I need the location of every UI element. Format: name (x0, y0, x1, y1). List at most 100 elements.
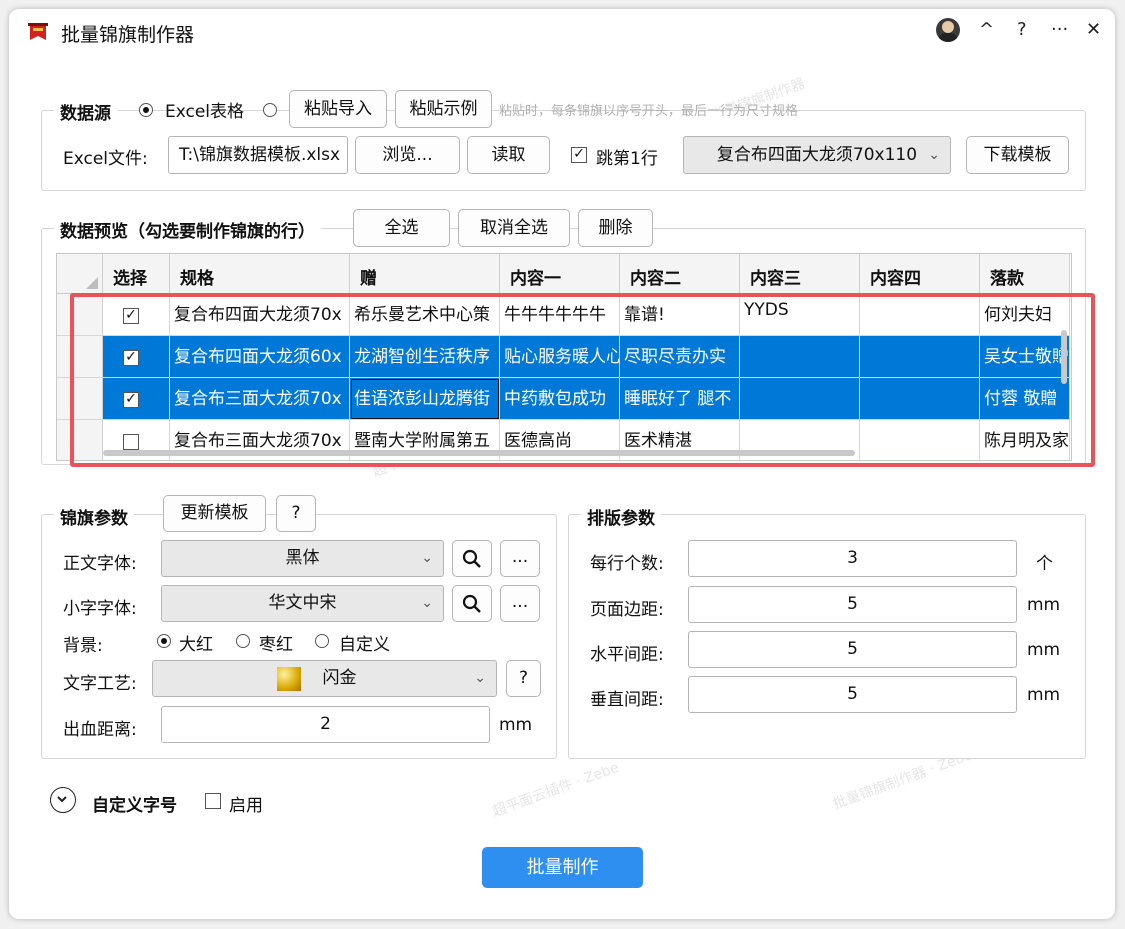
data-grid[interactable]: 选择 规格 赠 内容一 内容二 内容三 内容四 落款 ✓ 复合布四面大龙须70x… (56, 253, 1072, 461)
column-header[interactable]: 落款 (980, 254, 1070, 294)
browse-button[interactable]: 浏览... (355, 136, 460, 174)
row-header[interactable] (57, 420, 103, 460)
banner-params-title: 锦旗参数 (54, 504, 134, 529)
table-cell[interactable] (860, 294, 980, 336)
table-cell[interactable] (860, 378, 980, 420)
small-font-search-button[interactable] (452, 585, 492, 622)
user-avatar[interactable] (936, 18, 960, 42)
excel-file-field[interactable]: T:\锦旗数据模板.xlsx (168, 136, 348, 174)
table-cell[interactable]: 贴心服务暖人心 (500, 336, 620, 378)
table-cell[interactable]: 何刘夫妇 (980, 294, 1070, 336)
table-cell[interactable]: 复合布三面大龙须70x (170, 378, 350, 420)
table-cell[interactable] (860, 336, 980, 378)
table-cell[interactable]: 付蓉 敬贈 (980, 378, 1070, 420)
table-cell-select[interactable]: ✓ (103, 336, 170, 378)
table-cell[interactable]: 复合布四面大龙须70x (170, 294, 350, 336)
per-row-input[interactable]: 3 (688, 540, 1017, 577)
craft-help-button[interactable]: ? (506, 660, 541, 697)
table-cell[interactable] (740, 378, 860, 420)
chevron-down-icon: ⌄ (474, 670, 486, 686)
table-cell[interactable]: 陈月明及家 (980, 420, 1070, 460)
more-icon[interactable]: ··· (1051, 19, 1068, 40)
collapse-icon[interactable]: ^ (979, 19, 994, 40)
craft-label: 文字工艺: (63, 674, 137, 694)
v-gap-label: 垂直间距: (590, 690, 664, 710)
banner-help-button[interactable]: ? (276, 495, 316, 532)
custom-size-enable-label: 启用 (229, 796, 263, 816)
column-header[interactable]: 内容一 (500, 254, 620, 294)
expand-toggle[interactable] (50, 787, 76, 813)
table-cell-select[interactable]: ✓ (103, 294, 170, 336)
row-checkbox[interactable]: ✓ (123, 350, 139, 366)
row-header[interactable] (57, 336, 103, 378)
table-cell[interactable] (740, 336, 860, 378)
row-header[interactable] (57, 294, 103, 336)
table-cell[interactable]: 希乐曼艺术中心策 (350, 294, 500, 336)
paste-radio[interactable] (263, 103, 277, 117)
table-cell[interactable]: 睡眠好了 腿不 (620, 378, 740, 420)
per-row-unit: 个 (1036, 554, 1053, 574)
row-checkbox[interactable]: ✓ (123, 308, 139, 324)
spec-select[interactable]: 复合布四面大龙须70x110 ⌄ (683, 136, 951, 174)
column-header[interactable]: 内容二 (620, 254, 740, 294)
bg-jujube-radio[interactable] (236, 634, 250, 648)
download-template-button[interactable]: 下载模板 (966, 136, 1069, 174)
row-checkbox[interactable] (123, 434, 139, 450)
help-icon[interactable]: ? (1017, 19, 1027, 40)
custom-size-checkbox[interactable] (205, 793, 221, 809)
table-cell[interactable]: 尽职尽责办实 (620, 336, 740, 378)
page-margin-input[interactable]: 5 (688, 586, 1017, 623)
column-header[interactable]: 选择 (103, 254, 170, 294)
small-font-label: 小字字体: (63, 599, 137, 619)
horizontal-scrollbar[interactable] (103, 450, 855, 456)
deselect-all-button[interactable]: 取消全选 (458, 209, 570, 247)
h-gap-input[interactable]: 5 (688, 631, 1017, 668)
row-header[interactable] (57, 378, 103, 420)
excel-radio[interactable] (139, 103, 153, 117)
delete-button[interactable]: 删除 (578, 209, 653, 247)
small-font-select[interactable]: 华文中宋 ⌄ (161, 585, 444, 622)
table-cell-focused[interactable]: 佳语浓彭山龙腾街 (350, 378, 500, 420)
v-gap-input[interactable]: 5 (688, 676, 1017, 713)
table-cell-select[interactable]: ✓ (103, 378, 170, 420)
table-cell[interactable]: 靠谱! (620, 294, 740, 336)
table-cell[interactable]: 复合布四面大龙须60x (170, 336, 350, 378)
read-button[interactable]: 读取 (467, 136, 550, 174)
paste-example-button[interactable]: 粘贴示例 (395, 90, 492, 128)
chevron-down-icon: ⌄ (421, 550, 433, 566)
column-header[interactable]: 赠 (350, 254, 500, 294)
table-cell[interactable] (860, 420, 980, 460)
row-checkbox[interactable]: ✓ (123, 392, 139, 408)
table-cell[interactable]: YYDS (740, 294, 860, 336)
table-cell[interactable]: 牛牛牛牛牛牛 (500, 294, 620, 336)
page-margin-unit: mm (1027, 595, 1061, 615)
small-font-more-button[interactable]: ... (500, 585, 540, 622)
body-font-search-button[interactable] (452, 540, 492, 577)
bleed-label: 出血距离: (63, 720, 137, 740)
bg-red-radio[interactable] (157, 634, 171, 648)
close-icon[interactable]: ✕ (1086, 19, 1101, 40)
craft-select[interactable]: 闪金 ⌄ (152, 660, 497, 697)
skip-first-checkbox[interactable]: ✓ (571, 147, 587, 163)
body-font-select[interactable]: 黑体 ⌄ (161, 540, 444, 577)
update-template-button[interactable]: 更新模板 (163, 495, 266, 532)
bleed-unit: mm (499, 715, 533, 735)
bg-custom-radio[interactable] (315, 634, 329, 648)
paste-import-button[interactable]: 粘贴导入 (289, 90, 387, 128)
h-gap-label: 水平间距: (590, 645, 664, 665)
table-cell[interactable]: 中药敷包成功 (500, 378, 620, 420)
bleed-input[interactable]: 2 (161, 706, 490, 743)
batch-make-button[interactable]: 批量制作 (482, 847, 643, 888)
bg-jujube-label: 枣红 (259, 635, 293, 655)
page-margin-label: 页面边距: (590, 600, 664, 620)
column-header[interactable]: 规格 (170, 254, 350, 294)
vertical-scrollbar[interactable] (1061, 330, 1067, 384)
table-cell[interactable]: 龙湖智创生活秩序 (350, 336, 500, 378)
table-cell[interactable]: 吴女士敬贈 (980, 336, 1070, 378)
chevron-down-icon: ⌄ (928, 147, 940, 163)
spec-select-value: 复合布四面大龙须70x110 (716, 145, 918, 165)
body-font-more-button[interactable]: ... (500, 540, 540, 577)
column-header[interactable]: 内容三 (740, 254, 860, 294)
column-header[interactable]: 内容四 (860, 254, 980, 294)
select-all-button[interactable]: 全选 (353, 209, 450, 247)
